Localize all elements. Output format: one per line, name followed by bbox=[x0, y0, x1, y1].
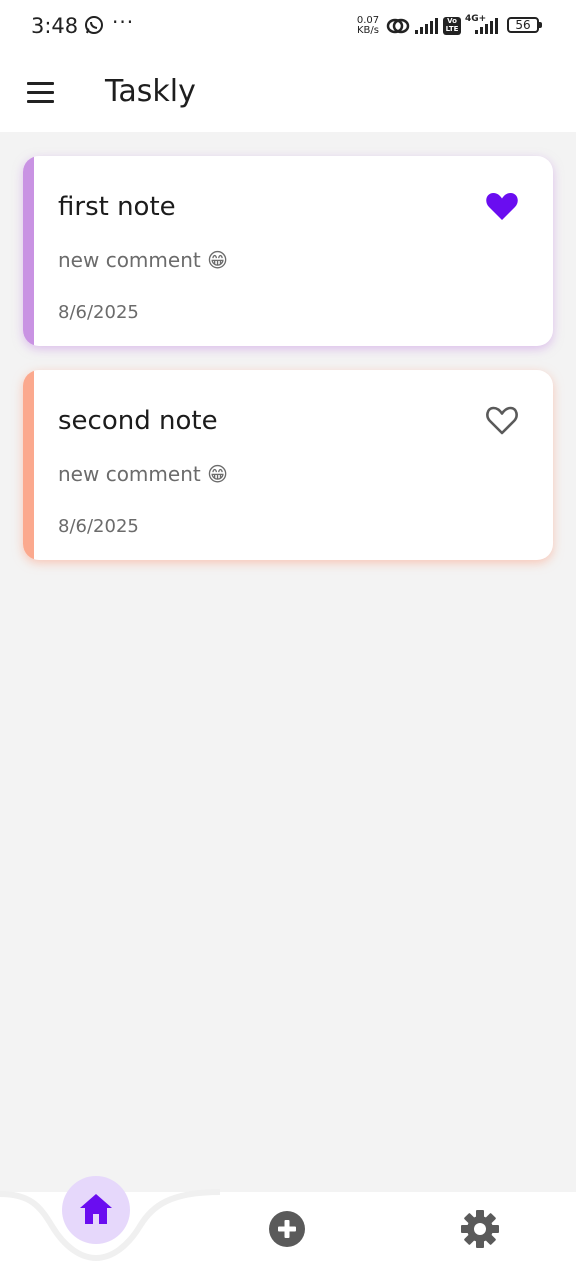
network-speed: 0.07 KB/s bbox=[354, 16, 382, 36]
add-circle-icon[interactable] bbox=[268, 1210, 306, 1248]
note-title: second note bbox=[58, 406, 218, 436]
heart-filled-icon[interactable] bbox=[485, 190, 519, 222]
note-card[interactable]: second note new comment 😁 8/6/2025 bbox=[23, 370, 553, 560]
note-date: 8/6/2025 bbox=[58, 302, 139, 323]
signal-strength-icon-2 bbox=[475, 18, 498, 34]
note-accent-bar bbox=[23, 370, 34, 560]
heart-outline-icon[interactable] bbox=[485, 404, 519, 436]
speed-unit: KB/s bbox=[357, 25, 379, 36]
gear-icon[interactable] bbox=[460, 1209, 500, 1249]
note-title: first note bbox=[58, 192, 176, 222]
app-title: Taskly bbox=[105, 74, 196, 109]
note-date: 8/6/2025 bbox=[58, 516, 139, 537]
battery-icon: 56 bbox=[507, 17, 542, 33]
app-bar: Taskly bbox=[0, 54, 576, 132]
hamburger-menu-icon[interactable] bbox=[24, 78, 58, 108]
more-notifications-icon: ··· bbox=[112, 10, 135, 34]
note-comment: new comment 😁 bbox=[58, 248, 228, 272]
home-icon bbox=[80, 1194, 112, 1224]
status-time: 3:48 bbox=[31, 14, 79, 38]
nav-home-button[interactable] bbox=[62, 1176, 130, 1244]
note-card[interactable]: first note new comment 😁 8/6/2025 bbox=[23, 156, 553, 346]
volte-icon: Vo LTE bbox=[443, 17, 461, 35]
note-comment: new comment 😁 bbox=[58, 462, 228, 486]
note-accent-bar bbox=[23, 156, 34, 346]
hotspot-link-icon bbox=[386, 18, 410, 34]
whatsapp-icon bbox=[85, 16, 103, 34]
signal-strength-icon bbox=[415, 18, 438, 34]
status-bar: 3:48 ··· 0.07 KB/s Vo LTE 4G+ 56 bbox=[0, 0, 576, 54]
